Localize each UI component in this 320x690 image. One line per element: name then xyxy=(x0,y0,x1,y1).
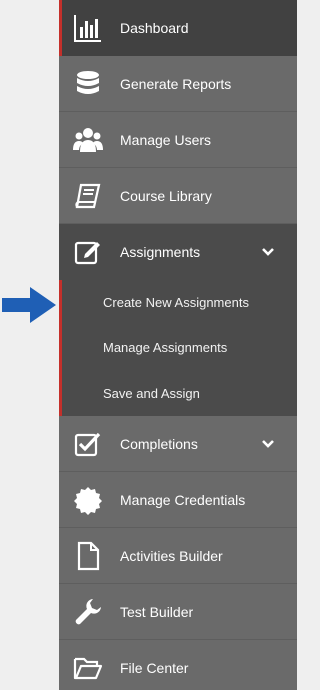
sidebar-item-manage-users[interactable]: Manage Users xyxy=(59,112,297,168)
sidebar-item-label: Manage Credentials xyxy=(120,491,246,508)
sidebar-nav: Dashboard Generate Reports Manage Users … xyxy=(59,0,297,690)
chevron-down-icon[interactable] xyxy=(261,245,275,259)
checkbox-icon xyxy=(73,429,103,459)
certificate-icon xyxy=(73,485,103,515)
folder-icon xyxy=(73,653,103,683)
sidebar-item-label: Completions xyxy=(120,435,198,452)
users-icon xyxy=(73,125,103,155)
arrow-right-icon xyxy=(2,287,56,323)
sidebar-item-test-builder[interactable]: Test Builder xyxy=(59,584,297,640)
sidebar-item-file-center[interactable]: File Center xyxy=(59,640,297,690)
chevron-down-icon[interactable] xyxy=(261,437,275,451)
sidebar-item-assignments[interactable]: Assignments xyxy=(59,224,297,280)
wrench-icon xyxy=(73,597,103,627)
assignments-group: Assignments Create New Assignments Manag… xyxy=(59,224,297,416)
submenu-item-save-and-assign[interactable]: Save and Assign xyxy=(59,370,297,416)
sidebar-item-label: Assignments xyxy=(120,244,201,260)
sidebar-item-label: Course Library xyxy=(120,187,212,204)
sidebar-item-generate-reports[interactable]: Generate Reports xyxy=(59,56,297,112)
sidebar-item-completions[interactable]: Completions xyxy=(59,416,297,472)
edit-icon xyxy=(73,237,103,267)
sidebar-item-label: File Center xyxy=(120,659,189,676)
sidebar-item-dashboard[interactable]: Dashboard xyxy=(59,0,297,56)
sidebar-item-activities-builder[interactable]: Activities Builder xyxy=(59,528,297,584)
sidebar-item-label: Dashboard xyxy=(120,20,189,36)
sidebar-item-label: Generate Reports xyxy=(120,75,232,92)
submenu-item-create-new-assignments[interactable]: Create New Assignments xyxy=(59,280,297,325)
file-icon xyxy=(73,541,103,571)
bar-chart-icon xyxy=(73,13,103,43)
database-icon xyxy=(73,69,103,99)
sidebar-item-label: Test Builder xyxy=(120,603,194,620)
submenu-item-manage-assignments[interactable]: Manage Assignments xyxy=(59,325,297,370)
sidebar-item-label: Activities Builder xyxy=(120,547,223,564)
sidebar-item-label: Manage Users xyxy=(120,131,212,148)
sidebar-item-manage-credentials[interactable]: Manage Credentials xyxy=(59,472,297,528)
book-icon xyxy=(73,181,103,211)
sidebar-item-course-library[interactable]: Course Library xyxy=(59,168,297,224)
